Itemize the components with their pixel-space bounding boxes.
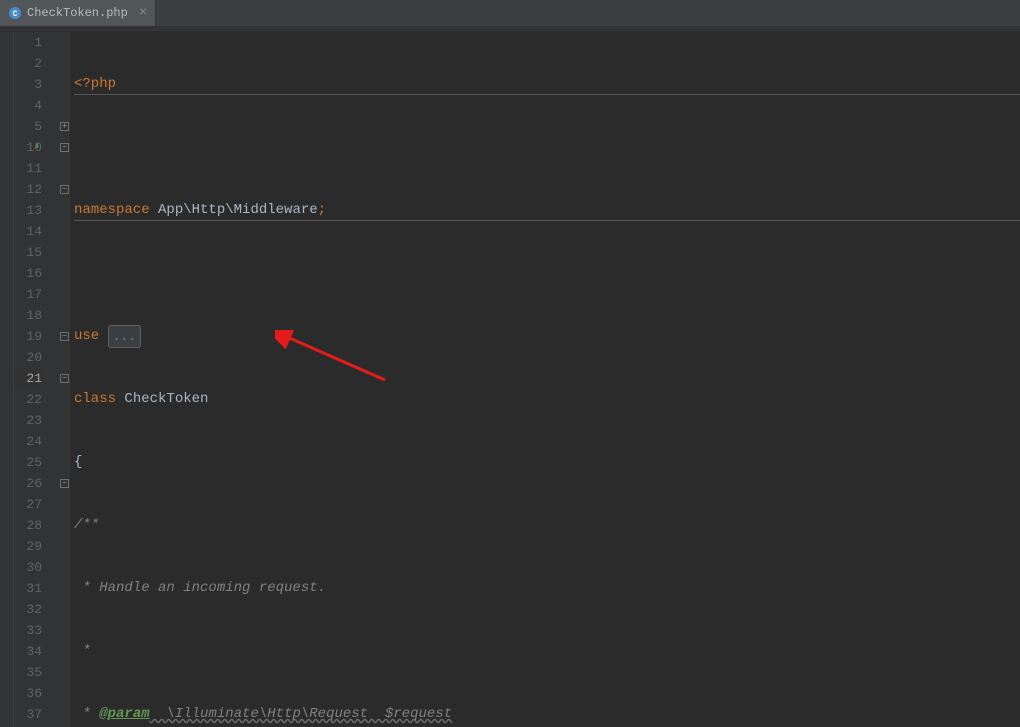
code-line: /** [74, 515, 1020, 536]
line-number: 18 [14, 305, 42, 326]
left-stripe [0, 32, 14, 727]
fold-minus-icon[interactable] [60, 143, 69, 152]
line-number: 2 [14, 53, 42, 74]
impl-marker-icon[interactable]: ⬇ [34, 137, 40, 158]
code-line: { [74, 452, 1020, 473]
line-number: 36 [14, 683, 42, 704]
line-number: 4 [14, 95, 42, 116]
separator [74, 94, 1020, 95]
line-number: 28 [14, 515, 42, 536]
line-number: 17 [14, 284, 42, 305]
file-tab[interactable]: C CheckToken.php × [0, 0, 156, 26]
fold-minus-icon[interactable] [60, 374, 69, 383]
line-number: 35 [14, 662, 42, 683]
folded-region[interactable]: ... [108, 325, 141, 348]
fold-column [60, 32, 70, 727]
line-numbers: 1 2 3 4 5 10⬇ 11 12 13 14 15 16 17 18 19… [14, 32, 60, 727]
line-number: 33 [14, 620, 42, 641]
line-number: 27 [14, 494, 42, 515]
code-line: * [74, 641, 1020, 662]
line-number: 32 [14, 599, 42, 620]
fold-minus-icon[interactable] [60, 185, 69, 194]
line-number: 23 [14, 410, 42, 431]
code-line: namespace App\Http\Middleware; [74, 200, 1020, 221]
code-line [74, 137, 1020, 158]
code-line: class CheckToken [74, 389, 1020, 410]
line-number: 37 [14, 704, 42, 725]
code-line: * Handle an incoming request. [74, 578, 1020, 599]
line-number: 11 [14, 158, 42, 179]
line-number: 20 [14, 347, 42, 368]
code-line: <?php [74, 74, 1020, 95]
line-number: 15 [14, 242, 42, 263]
line-number: 30 [14, 557, 42, 578]
code-line: * @param \Illuminate\Http\Request $reque… [74, 704, 1020, 725]
php-file-icon: C [8, 6, 22, 20]
line-number: 21 [14, 368, 42, 389]
code-line: use ... [74, 326, 1020, 347]
line-number: 25 [14, 452, 42, 473]
code-line [74, 263, 1020, 284]
separator [74, 220, 1020, 221]
tab-filename: CheckToken.php [27, 6, 128, 20]
line-number: 14 [14, 221, 42, 242]
line-number: 1 [14, 32, 42, 53]
line-number: 29 [14, 536, 42, 557]
line-number: 26 [14, 473, 42, 494]
code-area[interactable]: <?php namespace App\Http\Middleware; use… [70, 32, 1020, 727]
editor-tabs: C CheckToken.php × [0, 0, 1020, 27]
fold-plus-icon[interactable] [60, 122, 69, 131]
line-number: 24 [14, 431, 42, 452]
line-number: 10⬇ [14, 137, 42, 158]
svg-text:C: C [13, 10, 18, 19]
line-number: 31 [14, 578, 42, 599]
line-number: 12 [14, 179, 42, 200]
line-number: 19 [14, 326, 42, 347]
fold-minus-icon[interactable] [60, 479, 69, 488]
line-number: 34 [14, 641, 42, 662]
fold-minus-icon[interactable] [60, 332, 69, 341]
line-number: 5 [14, 116, 42, 137]
line-number: 13 [14, 200, 42, 221]
line-number: 16 [14, 263, 42, 284]
editor: 1 2 3 4 5 10⬇ 11 12 13 14 15 16 17 18 19… [0, 32, 1020, 727]
line-number: 3 [14, 74, 42, 95]
close-icon[interactable]: × [139, 5, 147, 21]
line-number: 22 [14, 389, 42, 410]
